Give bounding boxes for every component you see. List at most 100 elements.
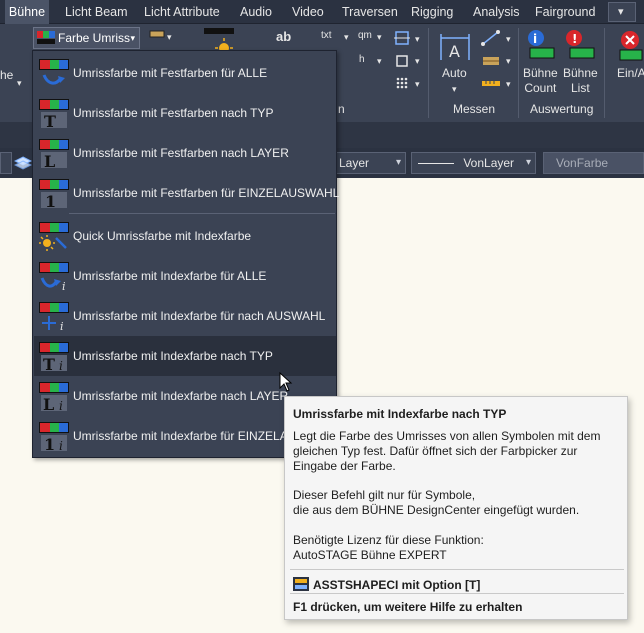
chevron-down-icon[interactable]: ▾ xyxy=(415,54,420,69)
chevron-down-icon[interactable]: ▾ xyxy=(415,32,420,47)
panel-label-partial: n xyxy=(338,102,345,116)
text-h-icon[interactable]: h xyxy=(359,52,365,67)
tab-licht-attribute[interactable]: Licht Attribute xyxy=(142,0,222,24)
menu-item-festfarben-layer[interactable]: L Umrissfarbe mit Festfarben nach LAYER xyxy=(34,133,336,173)
svg-text:1: 1 xyxy=(44,435,55,452)
ribbon-separator xyxy=(604,28,605,118)
layer-combo[interactable]: Layer ▾ xyxy=(332,152,406,174)
command-icon xyxy=(293,577,309,591)
chevron-down-icon[interactable]: ▾ xyxy=(344,30,349,45)
chevron-down-icon[interactable]: ▾ xyxy=(377,54,382,69)
svg-text:i: i xyxy=(59,439,63,452)
svg-text:A: A xyxy=(449,42,460,61)
tooltip-description: Legt die Farbe des Umrisses von allen Sy… xyxy=(293,429,601,473)
farbe-umriss-dropdown[interactable]: Farbe Umriss ▾ xyxy=(33,27,140,49)
tab-traversen[interactable]: Traversen xyxy=(340,0,400,24)
rgb-sun-icon xyxy=(39,222,69,251)
tooltip-divider xyxy=(290,569,624,570)
chevron-down-icon: ▾ xyxy=(395,157,401,168)
info-count-icon[interactable]: i xyxy=(524,28,560,62)
menu-item-index-alle[interactable]: i Umrissfarbe mit Indexfarbe für ALLE xyxy=(34,256,336,296)
menu-item-label: Umrissfarbe mit Indexfarbe für ALLE xyxy=(73,269,267,283)
svg-text:i: i xyxy=(59,359,63,372)
grid-dots-icon[interactable] xyxy=(393,74,411,92)
tooltip-divider xyxy=(290,593,624,594)
measure-auto-icon[interactable]: A xyxy=(437,30,475,66)
dimension-frame-icon[interactable] xyxy=(393,29,411,47)
text-style-ab-icon[interactable]: ab xyxy=(276,29,291,44)
menu-item-festfarben-einzel[interactable]: 1 Umrissfarbe mit Festfarben für EINZELA… xyxy=(34,173,340,213)
menu-item-label: Umrissfarbe mit Indexfarbe nach TYP xyxy=(73,349,273,363)
text-txt-icon[interactable]: txt xyxy=(321,28,332,43)
rgb-single-icon: 1 xyxy=(39,179,69,209)
tab-video[interactable]: Video xyxy=(290,0,326,24)
rgb-layer-i-icon: Li xyxy=(39,382,69,412)
menu-item-festfarben-typ[interactable]: T Umrissfarbe mit Festfarben nach TYP xyxy=(34,93,336,133)
outline-color-tool-button[interactable]: ▾ xyxy=(146,28,176,48)
svg-text:i: i xyxy=(59,399,63,412)
tab-audio[interactable]: Audio xyxy=(238,0,274,24)
chevron-down-icon[interactable]: ▾ xyxy=(415,77,420,92)
tab-rigging[interactable]: Rigging xyxy=(409,0,455,24)
chevron-down-icon[interactable]: ▾ xyxy=(377,30,382,45)
command-tooltip: Umrissfarbe mit Indexfarbe nach TYP Legt… xyxy=(284,396,628,620)
warning-list-icon[interactable]: ! xyxy=(564,28,600,62)
text-qm-icon[interactable]: qm xyxy=(358,28,372,43)
pencil-color-icon: ▾ xyxy=(149,30,172,43)
menu-item-index-typ[interactable]: Ti Umrissfarbe mit Indexfarbe nach TYP xyxy=(34,336,336,376)
svg-text:i: i xyxy=(533,32,537,46)
menu-item-label: Umrissfarbe mit Indexfarbe nach LAYER xyxy=(73,389,289,403)
color-combo-value: VonFarbe xyxy=(556,156,609,170)
color-combo[interactable]: VonFarbe xyxy=(543,152,644,174)
ribbon-separator xyxy=(428,28,429,118)
menu-separator xyxy=(69,213,335,214)
measure-diagonal-icon[interactable] xyxy=(480,29,504,47)
menu-item-label: Umrissfarbe mit Festfarben nach TYP xyxy=(73,106,274,120)
menu-item-label: Umrissfarbe mit Festfarben nach LAYER xyxy=(73,146,289,160)
menu-item-festfarben-alle[interactable]: Umrissfarbe mit Festfarben für ALLE xyxy=(34,53,336,93)
ein-aus-button[interactable]: Ein/A xyxy=(617,66,644,81)
linetype-combo[interactable]: VonLayer ▾ xyxy=(411,152,536,174)
tooltip-note-line2: die aus dem BÜHNE DesignCenter eingefügt… xyxy=(293,503,580,517)
tab-overflow-button[interactable]: ▾ xyxy=(608,2,636,22)
linetype-combo-value: VonLayer xyxy=(463,156,515,170)
cut-off-label: he xyxy=(0,68,14,82)
line-weight-icon[interactable] xyxy=(204,28,234,34)
dimension-box-icon[interactable] xyxy=(393,52,411,70)
tooltip-help: F1 drücken, um weitere Hilfe zu erhalten xyxy=(293,600,523,614)
chevron-down-icon: ▾ xyxy=(618,6,624,18)
tooltip-title: Umrissfarbe mit Indexfarbe nach TYP xyxy=(293,407,507,421)
left-cut-combo[interactable] xyxy=(0,152,12,174)
chevron-down-icon[interactable]: ▾ xyxy=(17,76,22,91)
layer-stack-icon[interactable] xyxy=(13,154,33,172)
menu-item-label: Umrissfarbe mit Indexfarbe für nach AUSW… xyxy=(73,309,326,323)
rgb-single-i-icon: 1i xyxy=(39,422,69,452)
menu-item-quick-index[interactable]: Quick Umrissfarbe mit Indexfarbe xyxy=(34,216,336,256)
chevron-down-icon[interactable]: ▾ xyxy=(506,32,511,47)
chevron-down-icon[interactable]: ▾ xyxy=(452,82,457,97)
buehne-count-button[interactable]: Bühne Count xyxy=(523,66,558,96)
menu-item-index-auswahl[interactable]: i Umrissfarbe mit Indexfarbe für nach AU… xyxy=(34,296,336,336)
measure-tape-icon[interactable] xyxy=(480,52,504,70)
measure-auto-label[interactable]: Auto xyxy=(442,66,467,81)
rgb-type-i-icon: Ti xyxy=(39,342,69,372)
menu-item-label: Umrissfarbe mit Festfarben für EINZELAUS… xyxy=(73,186,340,200)
svg-text:i: i xyxy=(62,280,66,292)
chevron-down-icon: ▾ xyxy=(525,157,531,168)
svg-text:1: 1 xyxy=(45,192,56,209)
chevron-down-icon[interactable]: ▾ xyxy=(506,77,511,92)
chevron-down-icon: ▾ xyxy=(130,33,135,43)
line-sample-icon xyxy=(418,163,454,165)
tab-licht-beam[interactable]: Licht Beam xyxy=(63,0,130,24)
svg-text:▾: ▾ xyxy=(167,33,172,43)
tab-analysis[interactable]: Analysis xyxy=(471,0,522,24)
rgb-layer-icon: L xyxy=(39,139,69,169)
buehne-list-button[interactable]: Bühne List xyxy=(563,66,598,96)
svg-text:T: T xyxy=(44,112,56,129)
measure-ruler-icon[interactable] xyxy=(480,74,504,92)
panel-label-auswertung: Auswertung xyxy=(530,102,594,116)
chevron-down-icon[interactable]: ▾ xyxy=(506,54,511,69)
toggle-close-icon[interactable] xyxy=(616,30,644,64)
tab-buehne[interactable]: Bühne xyxy=(5,0,49,24)
tab-fairground[interactable]: Fairground xyxy=(533,0,597,24)
